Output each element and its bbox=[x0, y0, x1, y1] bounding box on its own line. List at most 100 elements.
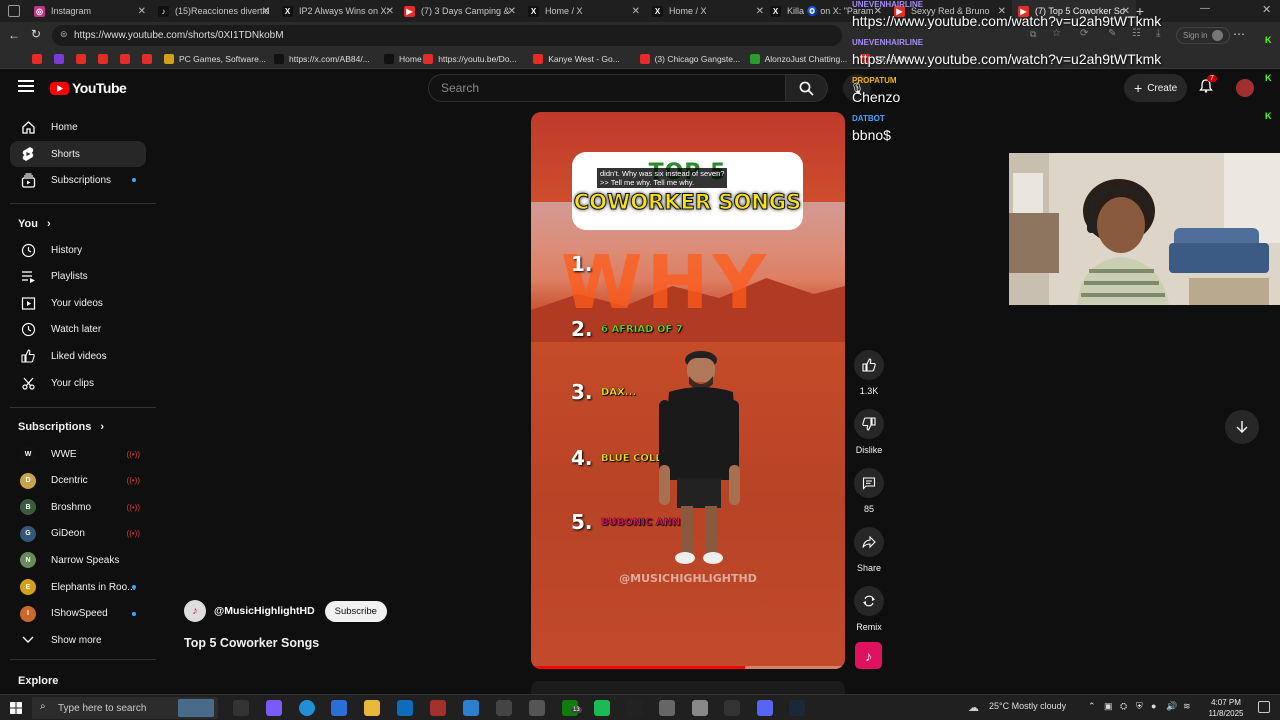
browser-tab[interactable]: ◎ Instagram ✕ bbox=[28, 0, 152, 22]
browser-tab[interactable]: ♪ (15)Reacciones divertid ✕ bbox=[152, 0, 276, 22]
sidebar-item-history[interactable]: History bbox=[10, 237, 146, 263]
reload-icon[interactable]: ↻ bbox=[31, 27, 41, 41]
tray-wifi-icon[interactable]: ≋ bbox=[1183, 701, 1191, 712]
browser-tab[interactable]: X IP2 Always Wins on X: ✕ bbox=[276, 0, 400, 22]
obs-icon[interactable] bbox=[724, 700, 740, 716]
bookmark-item[interactable]: PC Games, Software... bbox=[164, 52, 266, 66]
subscribe-button[interactable]: Subscribe bbox=[324, 600, 387, 622]
site-info-icon[interactable]: ⊜ bbox=[60, 29, 68, 40]
extensions-icon[interactable]: ✎ bbox=[1108, 28, 1116, 39]
short-title[interactable]: Top 5 Coworker Songs bbox=[184, 636, 319, 650]
short-video-player[interactable]: WHY TOP 5 COWORKER SONGS didn't. Why was… bbox=[531, 112, 845, 669]
edge-icon[interactable] bbox=[299, 700, 315, 716]
sidebar-subscription-item[interactable]: E Elephants in Roo... bbox=[10, 574, 146, 600]
steam-icon[interactable] bbox=[789, 700, 805, 716]
bookmark-item[interactable]: https://youtu.be/Do... bbox=[423, 52, 517, 66]
next-video-button[interactable] bbox=[1225, 410, 1259, 444]
browser-tab[interactable]: X Home / X ✕ bbox=[646, 0, 770, 22]
sidebar-item-subscriptions[interactable]: Subscriptions bbox=[10, 167, 146, 193]
sidebar-subscription-item[interactable]: W WWE ((•)) bbox=[10, 441, 146, 467]
sidebar-item-playlists[interactable]: Playlists bbox=[10, 264, 146, 290]
refresh-ext-icon[interactable]: ⟳ bbox=[1080, 28, 1088, 39]
sidebar-subscription-item[interactable]: D Dcentric ((•)) bbox=[10, 468, 146, 494]
bookmark-item[interactable] bbox=[98, 52, 113, 66]
remix-button[interactable]: Remix bbox=[852, 586, 886, 632]
video-progress-bar[interactable] bbox=[531, 666, 845, 669]
weather-text[interactable]: 25°C Mostly cloudy bbox=[989, 701, 1066, 711]
sidebar-subscription-item[interactable]: I IShowSpeed bbox=[10, 601, 146, 627]
like-button[interactable]: 1.3K bbox=[852, 350, 886, 396]
subscriptions-section-header[interactable]: Subscriptions › bbox=[18, 421, 104, 433]
start-button[interactable] bbox=[10, 701, 22, 714]
bookmark-item[interactable] bbox=[32, 52, 47, 66]
you-section-header[interactable]: You › bbox=[18, 218, 51, 230]
person-app-icon[interactable] bbox=[529, 700, 545, 716]
search-button[interactable] bbox=[786, 74, 828, 102]
mega-icon[interactable] bbox=[496, 700, 512, 716]
back-icon[interactable]: ← bbox=[8, 28, 20, 42]
tray-mic-icon[interactable]: ● bbox=[1151, 701, 1156, 711]
sidebar-item-your-videos[interactable]: Your videos bbox=[10, 290, 146, 316]
tray-app-icon[interactable]: ▣ bbox=[1104, 701, 1113, 712]
bookmark-item[interactable]: Kanye West - Go... bbox=[533, 52, 620, 66]
bookmark-item[interactable]: (3) Chicago Gangste... bbox=[639, 52, 740, 66]
bookmark-item[interactable]: https://x.com/AB84/... bbox=[274, 52, 370, 66]
taskbar-clock[interactable]: 4:07 PM 11/8/2025 bbox=[1204, 697, 1248, 719]
sidebar-item-watch-later[interactable]: Watch later bbox=[10, 317, 146, 343]
bookmark-item[interactable] bbox=[54, 52, 69, 66]
comments-button[interactable]: 85 bbox=[852, 468, 886, 514]
sidebar-subscription-item[interactable]: N Narrow Speaks bbox=[10, 547, 146, 573]
read-aloud-icon[interactable]: ⧉ bbox=[1030, 29, 1036, 40]
close-window-button[interactable]: ✕ bbox=[1262, 3, 1271, 16]
share-button[interactable]: Share bbox=[852, 527, 886, 573]
sign-in-button[interactable]: Sign in bbox=[1176, 27, 1231, 44]
favorite-icon[interactable]: ☆ bbox=[1052, 28, 1061, 39]
tray-vpn-icon[interactable]: ⛨ bbox=[1136, 701, 1143, 712]
task-view-icon[interactable] bbox=[233, 700, 249, 716]
browser-tab[interactable]: ▶ (7) 3 Days Camping & ✕ bbox=[398, 0, 522, 22]
url-field[interactable]: ⊜ https://www.youtube.com/shorts/0XI1TDN… bbox=[52, 25, 842, 46]
youtube-logo[interactable]: YouTube bbox=[50, 80, 127, 96]
show-more-button[interactable]: Show more bbox=[10, 627, 146, 653]
tray-chevron-icon[interactable]: ⌃ bbox=[1088, 701, 1096, 712]
tab-actions-icon[interactable] bbox=[8, 5, 20, 17]
minimize-button[interactable]: — bbox=[1200, 3, 1210, 14]
dislike-button[interactable]: Dislike bbox=[852, 409, 886, 455]
spotify-icon[interactable] bbox=[594, 700, 610, 716]
copilot-icon[interactable] bbox=[266, 700, 282, 716]
tray-volume-icon[interactable]: 🔊 bbox=[1166, 701, 1177, 712]
store-icon[interactable] bbox=[331, 700, 347, 716]
tab-close-icon[interactable]: ✕ bbox=[508, 6, 516, 17]
bookmark-item[interactable]: Home bbox=[384, 52, 422, 66]
browser-menu-icon[interactable]: ⋯ bbox=[1233, 27, 1245, 41]
sidebar-item-shorts[interactable]: Shorts bbox=[10, 141, 146, 167]
game-icon[interactable] bbox=[430, 700, 446, 716]
tray-network-icon[interactable]: ⛭ bbox=[1120, 701, 1127, 712]
fall-guys-icon[interactable] bbox=[463, 700, 479, 716]
sidebar-item-home[interactable]: Home bbox=[10, 114, 146, 140]
app-icon[interactable] bbox=[659, 700, 675, 716]
sidebar-subscription-item[interactable]: G GiDeon ((•)) bbox=[10, 521, 146, 547]
channel-name[interactable]: @MusicHighlightHD bbox=[214, 605, 315, 617]
downloads-icon[interactable]: ⤓ bbox=[1156, 28, 1160, 39]
menu-icon[interactable] bbox=[18, 80, 34, 92]
bookmark-item[interactable] bbox=[76, 52, 91, 66]
search-input[interactable]: Search bbox=[428, 74, 786, 102]
sidebar-item-liked-videos[interactable]: Liked videos bbox=[10, 343, 146, 369]
create-button[interactable]: + Create bbox=[1124, 74, 1188, 102]
tab-close-icon[interactable]: ✕ bbox=[262, 6, 270, 17]
bookmark-item[interactable] bbox=[120, 52, 135, 66]
cortana-avatar-icon[interactable] bbox=[182, 700, 198, 716]
sound-thumbnail[interactable]: ♪ bbox=[855, 642, 882, 669]
notifications-center-icon[interactable] bbox=[1258, 701, 1270, 713]
shield-icon[interactable] bbox=[692, 700, 708, 716]
favorites-icon[interactable]: ☷ bbox=[1132, 28, 1141, 39]
sidebar-subscription-item[interactable]: B Broshmo ((•)) bbox=[10, 494, 146, 520]
sidebar-item-your-clips[interactable]: Your clips bbox=[10, 370, 146, 396]
bookmark-item[interactable] bbox=[142, 52, 157, 66]
bookmark-item[interactable]: AlonzoJust Chatting... bbox=[749, 52, 847, 66]
explorer-icon[interactable] bbox=[364, 700, 380, 716]
notifications-button[interactable]: 7 bbox=[1198, 75, 1218, 98]
channel-avatar[interactable]: ♪ bbox=[184, 600, 206, 622]
media-icon[interactable] bbox=[627, 700, 643, 716]
